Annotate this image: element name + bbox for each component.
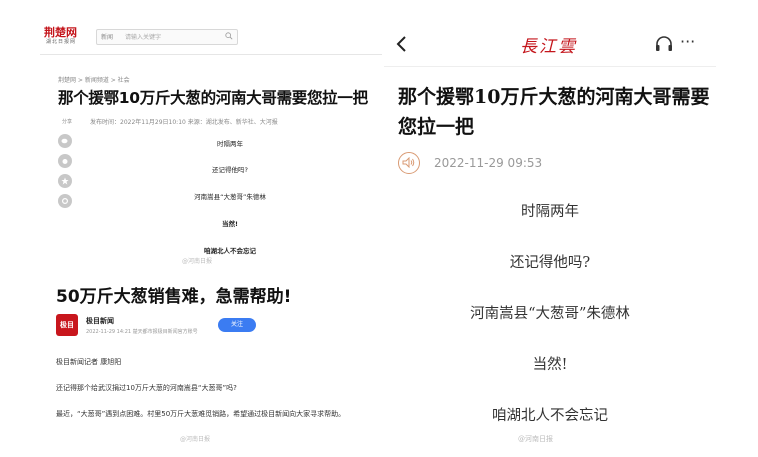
site-header: 荆楚网 湖北日报网 新闻 请输入关键字 bbox=[40, 18, 382, 55]
search-icon[interactable] bbox=[225, 32, 233, 40]
watermark: @河南日报 bbox=[180, 436, 211, 443]
body-line: 当然! bbox=[532, 357, 568, 373]
app-logo: 長江雲 bbox=[520, 37, 577, 57]
more-icon[interactable]: ··· bbox=[680, 32, 695, 51]
watermark: @河南日报 bbox=[182, 258, 213, 265]
search-placeholder: 请输入关键字 bbox=[125, 34, 162, 41]
paragraph: 极目新闻记者 康旭阳 bbox=[56, 358, 122, 366]
body-line: 时隔两年 bbox=[217, 140, 243, 148]
body-line: 还记得他吗? bbox=[212, 166, 248, 174]
header-divider bbox=[384, 66, 716, 67]
app-article-panel: 50万斤大葱销售难，急需帮助! 极目 极目新闻 2022-11-29 14:21… bbox=[40, 270, 382, 457]
publish-date: 2022-11-29 09:53 bbox=[434, 156, 543, 170]
body-line: 咱湖北人不会忘记 bbox=[492, 408, 608, 424]
article-title: 那个援鄂10万斤大葱的河南大哥需要您拉一把 bbox=[398, 86, 710, 138]
body-line: 河南嵩县“大葱哥”朱德林 bbox=[194, 193, 266, 201]
paragraph: 还记得那个给武汉捐过10万斤大葱的河南嵩县“大葱哥”吗? bbox=[56, 384, 237, 392]
body-line: 当然! bbox=[222, 220, 238, 228]
web-article-panel: 荆楚网 湖北日报网 新闻 请输入关键字 荆楚网 > 新闻频道 > 社会 那个援鄂… bbox=[40, 18, 382, 268]
speaker-icon[interactable] bbox=[398, 152, 420, 174]
listen-icon[interactable] bbox=[655, 36, 673, 52]
article-meta: 发布时间：2022年11月29日10:10 来源：湖北发布、新华社、大河报 bbox=[90, 119, 278, 126]
body-line: 河南嵩县“大葱哥”朱德林 bbox=[470, 306, 630, 322]
source-meta: 2022-11-29 14:21 楚天都市报极目新闻官方账号 bbox=[86, 329, 198, 335]
source-avatar[interactable]: 极目 bbox=[56, 314, 78, 336]
share-label: 分享 bbox=[62, 119, 73, 125]
breadcrumb[interactable]: 荆楚网 > 新闻频道 > 社会 bbox=[58, 75, 130, 84]
link-share-icon[interactable] bbox=[58, 194, 72, 208]
body-line: 咱湖北人不会忘记 bbox=[204, 247, 256, 255]
qzone-share-icon[interactable] bbox=[58, 174, 72, 188]
body-line: 时隔两年 bbox=[521, 204, 579, 220]
source-name[interactable]: 极目新闻 bbox=[86, 316, 114, 326]
site-logo[interactable]: 荆楚网 湖北日报网 bbox=[44, 24, 88, 48]
wechat-share-icon[interactable] bbox=[58, 134, 72, 148]
follow-button[interactable]: 关注 bbox=[218, 318, 256, 332]
weibo-share-icon[interactable] bbox=[58, 154, 72, 168]
search-input[interactable]: 新闻 请输入关键字 bbox=[96, 29, 238, 45]
mobile-article-panel: 長江雲 ··· 那个援鄂10万斤大葱的河南大哥需要您拉一把 2022-11-29… bbox=[384, 18, 716, 457]
article-title: 那个援鄂10万斤大葱的河南大哥需要您拉一把 bbox=[58, 89, 368, 107]
watermark: @河南日报 bbox=[518, 435, 553, 443]
body-line: 还记得他吗? bbox=[509, 255, 591, 271]
logo-subtext: 湖北日报网 bbox=[46, 39, 77, 45]
article-title: 50万斤大葱销售难，急需帮助! bbox=[56, 287, 292, 307]
back-icon[interactable] bbox=[396, 36, 408, 52]
search-category[interactable]: 新闻 bbox=[101, 32, 113, 41]
paragraph: 最近，“大葱哥”遇到点困难。村里50万斤大葱难觅销路，希望通过极目新闻向大家寻求… bbox=[56, 410, 346, 418]
